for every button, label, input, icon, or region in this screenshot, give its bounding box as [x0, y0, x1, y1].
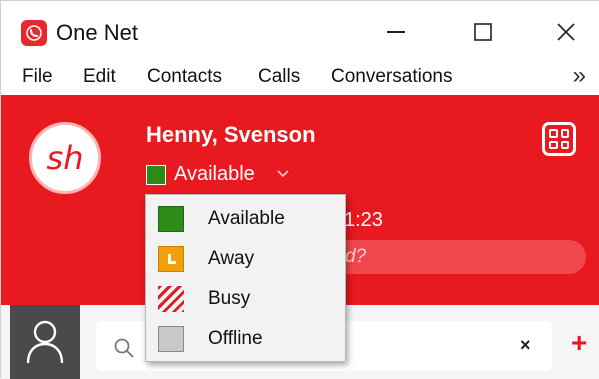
grid-cell [549, 140, 558, 149]
status-option-label: Available [208, 208, 285, 229]
chevron-down-icon[interactable] [277, 165, 289, 181]
avatar-initials: sh [46, 139, 84, 177]
minimize-button[interactable] [376, 16, 416, 48]
status-dropdown-menu: Available Away Busy Offline [145, 194, 346, 362]
busy-icon [158, 286, 184, 312]
status-option-busy[interactable]: Busy [146, 279, 345, 319]
search-icon [114, 338, 134, 358]
status-indicator-icon[interactable] [146, 165, 166, 185]
menu-bar: File Edit Contacts Calls Conversations » [1, 59, 599, 95]
minimize-icon [387, 31, 405, 33]
menu-edit[interactable]: Edit [83, 66, 116, 88]
grid-cell [549, 129, 558, 138]
time-text: 1:23 [344, 209, 383, 231]
status-option-away[interactable]: Away [146, 239, 345, 279]
away-icon [158, 246, 184, 272]
grid-cell [560, 140, 569, 149]
menu-overflow-button[interactable]: » [573, 62, 586, 90]
app-logo-icon [21, 20, 47, 46]
status-note-placeholder: d? [345, 246, 367, 267]
search-clear-button[interactable]: × [520, 335, 531, 356]
status-option-label: Away [208, 248, 255, 269]
menu-contacts[interactable]: Contacts [147, 66, 222, 88]
status-option-offline[interactable]: Offline [146, 319, 345, 359]
close-icon [557, 23, 575, 41]
maximize-icon [474, 23, 492, 41]
app-window: One Net File Edit Contacts Calls Convers… [0, 0, 599, 379]
available-icon [158, 206, 184, 232]
menu-file[interactable]: File [22, 66, 53, 88]
apps-grid-button[interactable] [542, 122, 576, 156]
offline-icon [158, 326, 184, 352]
contacts-tab[interactable] [10, 305, 80, 379]
user-name: Henny, Svenson [146, 122, 316, 147]
maximize-button[interactable] [463, 16, 503, 48]
avatar[interactable]: sh [29, 122, 101, 194]
app-title: One Net [56, 20, 138, 45]
menu-conversations[interactable]: Conversations [331, 66, 452, 88]
user-icon [26, 320, 64, 364]
close-button[interactable] [546, 16, 586, 48]
status-option-available[interactable]: Available [146, 199, 345, 239]
title-bar: One Net [1, 1, 599, 59]
status-option-label: Busy [208, 288, 251, 309]
status-option-label: Offline [208, 328, 263, 349]
status-selector[interactable]: Available [174, 163, 255, 186]
add-button[interactable]: + [571, 327, 587, 359]
grid-cell [560, 129, 569, 138]
menu-calls[interactable]: Calls [258, 66, 300, 88]
